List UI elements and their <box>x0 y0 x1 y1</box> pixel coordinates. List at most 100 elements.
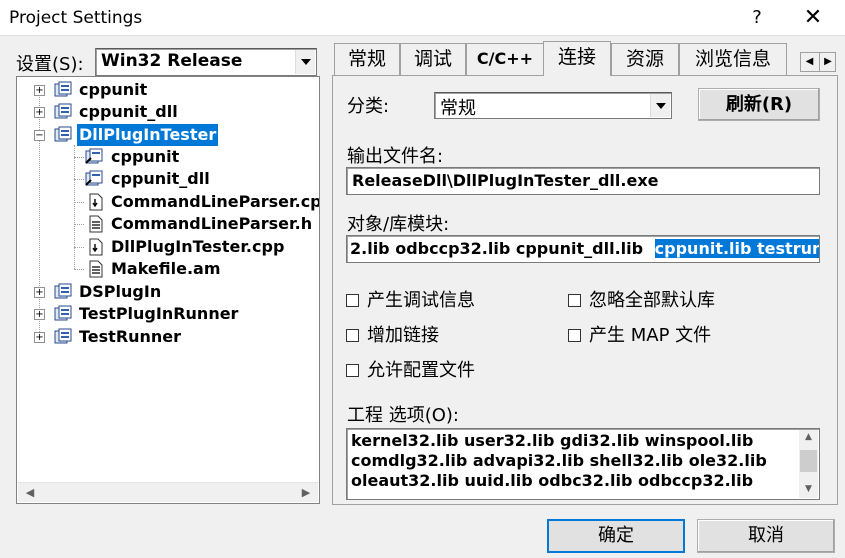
tree-item-cppunit-dll[interactable]: + cppunit_dll <box>17 101 317 123</box>
tree-item-dllpluginTester[interactable]: − DllPlugInTester <box>17 124 317 146</box>
tree-item-dllplugintester-cpp[interactable]: DllPlugInTester.cpp <box>17 236 317 258</box>
tab-browse-info[interactable]: 浏览信息 <box>679 43 787 75</box>
tab-cpp[interactable]: C/C++ <box>466 43 544 75</box>
chevron-left-icon[interactable]: ◀ <box>801 53 818 71</box>
scroll-left-icon[interactable]: ◀ <box>20 483 40 503</box>
tree-item-commandlineparser-cpp[interactable]: CommandLineParser.cpp <box>17 191 320 213</box>
tab-link[interactable]: 连接 <box>543 41 611 76</box>
expand-toggle[interactable]: + <box>34 309 45 320</box>
project-tree[interactable]: + cppunit + cppunit_dll − DllPlugInTeste… <box>16 76 320 504</box>
expand-toggle[interactable]: + <box>34 107 45 118</box>
text-file-icon <box>89 260 103 278</box>
project-options-label: 工程 选项(O): <box>347 405 459 426</box>
checkbox-box[interactable] <box>346 364 359 377</box>
output-filename-label: 输出文件名: <box>347 146 444 167</box>
checkbox-label: 增加链接 <box>367 325 439 346</box>
tree-item-label: Makefile.am <box>111 259 221 278</box>
object-modules-input[interactable]: 2.lib odbccp32.lib cppunit_dll.lib cppun… <box>346 235 820 263</box>
tree-item-label: DllPlugInTester.cpp <box>111 237 285 256</box>
collapse-toggle[interactable]: − <box>34 130 45 141</box>
modules-text: 2.lib odbccp32.lib cppunit_dll.lib <box>350 239 649 258</box>
scroll-right-icon[interactable]: ▶ <box>296 483 316 503</box>
chevron-down-icon[interactable] <box>295 50 315 74</box>
ignore-default-libs-checkbox[interactable]: 忽略全部默认库 <box>568 286 715 312</box>
tree-item-label: DllPlugInTester <box>77 124 219 146</box>
category-value: 常规 <box>440 98 476 119</box>
dependency-icon <box>85 148 103 164</box>
cpp-file-icon <box>89 193 103 211</box>
expand-toggle[interactable]: + <box>34 287 45 298</box>
checkbox-box[interactable] <box>346 294 359 307</box>
tree-item-label: CommandLineParser.h <box>111 214 313 233</box>
tree-item-label: cppunit <box>111 147 180 166</box>
tab-scroller[interactable]: ◀ ▶ <box>800 52 836 72</box>
scroll-up-icon[interactable]: ▲ <box>799 428 818 446</box>
checkbox-label: 允许配置文件 <box>367 360 475 381</box>
tree-item-testrunner[interactable]: + TestRunner <box>17 326 317 348</box>
tree-item-cppunit[interactable]: + cppunit <box>17 79 317 101</box>
project-icon <box>54 305 72 321</box>
help-button[interactable]: ? <box>742 4 772 32</box>
title-bar: Project Settings ? ✕ <box>0 0 845 36</box>
tab-debug[interactable]: 调试 <box>400 43 466 75</box>
horizontal-scrollbar[interactable]: ◀ ▶ <box>18 482 318 502</box>
checkbox-label: 忽略全部默认库 <box>589 290 715 311</box>
tree-item-label: DSPlugIn <box>79 282 162 301</box>
scroll-down-icon[interactable]: ▼ <box>799 480 818 498</box>
checkbox-label: 产生 MAP 文件 <box>589 325 712 346</box>
vertical-scrollbar[interactable]: ▲ ▼ <box>799 430 818 498</box>
options-line: comdlg32.lib advapi32.lib shell32.lib ol… <box>351 451 767 470</box>
expand-toggle[interactable]: + <box>34 332 45 343</box>
tree-item-label: TestRunner <box>79 327 182 346</box>
settings-label: 设置(S): <box>16 54 84 75</box>
header-file-icon <box>89 215 103 233</box>
chevron-down-icon[interactable] <box>650 94 670 117</box>
tree-item-testpluginrunner[interactable]: + TestPlugInRunner <box>17 303 317 325</box>
checkbox-box[interactable] <box>568 329 581 342</box>
tree-item-label: TestPlugInRunner <box>79 304 239 323</box>
ok-button[interactable]: 确定 <box>547 519 685 553</box>
project-icon <box>54 283 72 299</box>
output-filename-input[interactable]: ReleaseDll\DllPlugInTester_dll.exe <box>346 167 820 195</box>
generate-debug-info-checkbox[interactable]: 产生调试信息 <box>346 286 475 312</box>
cancel-button[interactable]: 取消 <box>697 519 835 553</box>
cpp-file-icon <box>89 238 103 256</box>
reset-button[interactable]: 刷新(R) <box>698 88 820 121</box>
tree-item-dsplugin[interactable]: + DSPlugIn <box>17 281 317 303</box>
tree-item-label: CommandLineParser.cpp <box>111 192 320 211</box>
incremental-link-checkbox[interactable]: 增加链接 <box>346 321 439 347</box>
checkbox-box[interactable] <box>346 329 359 342</box>
checkbox-box[interactable] <box>568 294 581 307</box>
tab-resources[interactable]: 资源 <box>611 43 679 75</box>
dependency-icon <box>85 170 103 186</box>
project-options-textarea[interactable]: kernel32.lib user32.lib gdi32.lib winspo… <box>346 428 820 500</box>
tree-item-label: cppunit_dll <box>79 102 178 121</box>
generate-map-file-checkbox[interactable]: 产生 MAP 文件 <box>568 321 711 347</box>
project-icon <box>54 81 72 97</box>
category-dropdown[interactable]: 常规 <box>434 92 672 119</box>
project-icon <box>54 126 72 142</box>
tree-item-commandlineparser-h[interactable]: CommandLineParser.h <box>17 213 317 235</box>
config-value: Win32 Release <box>101 51 243 71</box>
tab-general[interactable]: 常规 <box>334 43 400 75</box>
tree-item-label: cppunit_dll <box>111 169 210 188</box>
expand-toggle[interactable]: + <box>34 85 45 96</box>
enable-profiling-checkbox[interactable]: 允许配置文件 <box>346 356 475 382</box>
tree-item-dependency-cppunit[interactable]: cppunit <box>17 146 317 168</box>
tree-item-makefile-am[interactable]: Makefile.am <box>17 258 317 280</box>
object-modules-label: 对象/库模块: <box>347 214 450 235</box>
options-line: oleaut32.lib uuid.lib odbc32.lib odbccp3… <box>351 471 754 490</box>
checkbox-label: 产生调试信息 <box>367 290 475 311</box>
close-button[interactable]: ✕ <box>796 4 830 32</box>
options-line: kernel32.lib user32.lib gdi32.lib winspo… <box>351 431 754 450</box>
project-icon <box>54 328 72 344</box>
window-title: Project Settings <box>9 8 143 28</box>
chevron-right-icon[interactable]: ▶ <box>819 53 836 71</box>
config-dropdown[interactable]: Win32 Release <box>95 48 317 76</box>
category-label: 分类: <box>347 96 390 117</box>
scroll-thumb[interactable] <box>800 450 817 472</box>
tree-item-label: cppunit <box>79 80 148 99</box>
tree-item-dependency-cppunit-dll[interactable]: cppunit_dll <box>17 168 317 190</box>
project-icon <box>54 103 72 119</box>
modules-selected-text: cppunit.lib testrunner.lib <box>654 239 819 258</box>
